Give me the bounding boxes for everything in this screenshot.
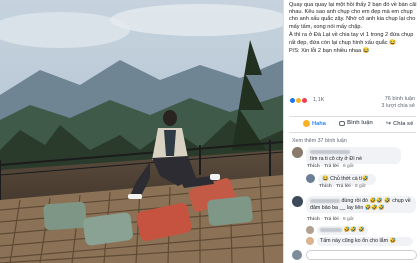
comment-composer: [292, 250, 418, 262]
comment-item: tìm ra ti cô cty ở Đì nè Thích · Trả lời…: [292, 147, 418, 169]
comment-meta: Thích · Trả lời · 8 giờ: [319, 184, 366, 189]
comment-count[interactable]: 76 bình luận: [385, 96, 415, 102]
like-link[interactable]: Thích: [319, 184, 332, 189]
share-icon: ↪: [386, 121, 392, 127]
reply-text: 🤣🤣 🤣: [343, 227, 365, 233]
avatar[interactable]: [292, 147, 303, 158]
reply-item: 🤣🤣 🤣: [306, 226, 416, 236]
reaction-count[interactable]: 1,1K: [313, 97, 324, 103]
comment-bubble: 🤣🤣 🤣: [317, 226, 368, 235]
caption-paragraph-3: P/S: Xin lỗi 2 bạn nhiều nhaa 😂: [289, 48, 370, 55]
caption-paragraph-1: Quay qua quay lại một hồi thấy 2 bạn đó …: [289, 2, 417, 30]
commenter-name-blurred[interactable]: [310, 198, 340, 203]
like-link[interactable]: Thích: [307, 217, 320, 222]
comment-item: Tấm này cũng ko ổn cho lắm 🤣: [306, 237, 416, 247]
comment-time: 8 giờ: [342, 217, 354, 222]
share-label: Chia sẻ: [393, 120, 414, 127]
comment-input[interactable]: [306, 250, 417, 260]
comment-item: 😂 Chủ thớt cà tí🤣 Thích · Trả lời · 8 gi…: [306, 174, 416, 192]
comment-meta: Thích · Trả lời · 8 giờ: [307, 164, 354, 169]
comment-item: đúng rồi đó 🤣🤣 🤣 chụp về đâm bảo ba __ l…: [292, 196, 418, 224]
caption-paragraph-2: À thì ra ở Đà Lạt về chia tay vì 1 trong…: [289, 32, 414, 46]
haha-label: Haha: [312, 120, 326, 127]
comment-bubble: Tấm này cũng ko ổn cho lắm 🤣: [317, 237, 413, 246]
comment-text: tìm ra ti cô cty ở Đì nè: [310, 155, 363, 162]
divider-bottom: [289, 132, 416, 133]
share-button[interactable]: ↪ Chia sẻ: [386, 120, 414, 128]
post-side-panel: Quay qua quay lại một hồi thấy 2 bạn đó …: [283, 0, 420, 263]
avatar[interactable]: [292, 196, 303, 207]
comment-bubble: đúng rồi đó 🤣🤣 🤣 chụp về đâm bảo ba __ l…: [306, 196, 416, 214]
haha-emoji-icon: [303, 120, 310, 127]
haha-button[interactable]: Haha: [303, 120, 326, 127]
love-reaction-icon: [301, 97, 308, 104]
comment-text: 😂 Chủ thớt cà tí🤣: [322, 176, 369, 182]
avatar: [292, 250, 302, 260]
avatar[interactable]: [306, 174, 315, 183]
comment-meta: Thích · Trả lời · 8 giờ: [307, 217, 354, 222]
comment-button[interactable]: Bình luận: [339, 120, 373, 126]
divider-top: [289, 116, 416, 117]
post-actions: Haha Bình luận ↪ Chia sẻ: [289, 118, 416, 130]
comment-time: 8 giờ: [354, 184, 366, 189]
comment-bubble: tìm ra ti cô cty ở Đì nè: [306, 147, 401, 165]
post-photo[interactable]: [0, 0, 283, 263]
reply-link[interactable]: Trả lời: [324, 217, 339, 222]
comment-time: 8 giờ: [342, 164, 354, 169]
post-caption: Quay qua quay lại một hồi thấy 2 bạn đó …: [289, 2, 417, 57]
commenter-name-blurred[interactable]: [320, 227, 342, 232]
view-more-comments-link[interactable]: Xem thêm 37 bình luận: [292, 138, 347, 144]
reply-link[interactable]: Trả lời: [324, 164, 339, 169]
like-link[interactable]: Thích: [307, 164, 320, 169]
comment-label: Bình luận: [347, 120, 373, 126]
comment-bubble: 😂 Chủ thớt cà tí🤣: [318, 174, 376, 185]
avatar[interactable]: [306, 226, 314, 234]
comment-icon: [339, 120, 345, 126]
reactions-bar[interactable]: 1,1K 76 bình luận 3 lượt chia sẻ: [289, 96, 417, 109]
photo-scene: [0, 0, 283, 263]
comment-text: Tấm này cũng ko ổn cho lắm 🤣: [320, 238, 397, 244]
avatar[interactable]: [306, 237, 314, 245]
commenter-name-blurred[interactable]: [310, 149, 350, 154]
share-count[interactable]: 3 lượt chia sẻ: [381, 103, 415, 109]
reply-link[interactable]: Trả lời: [336, 184, 351, 189]
